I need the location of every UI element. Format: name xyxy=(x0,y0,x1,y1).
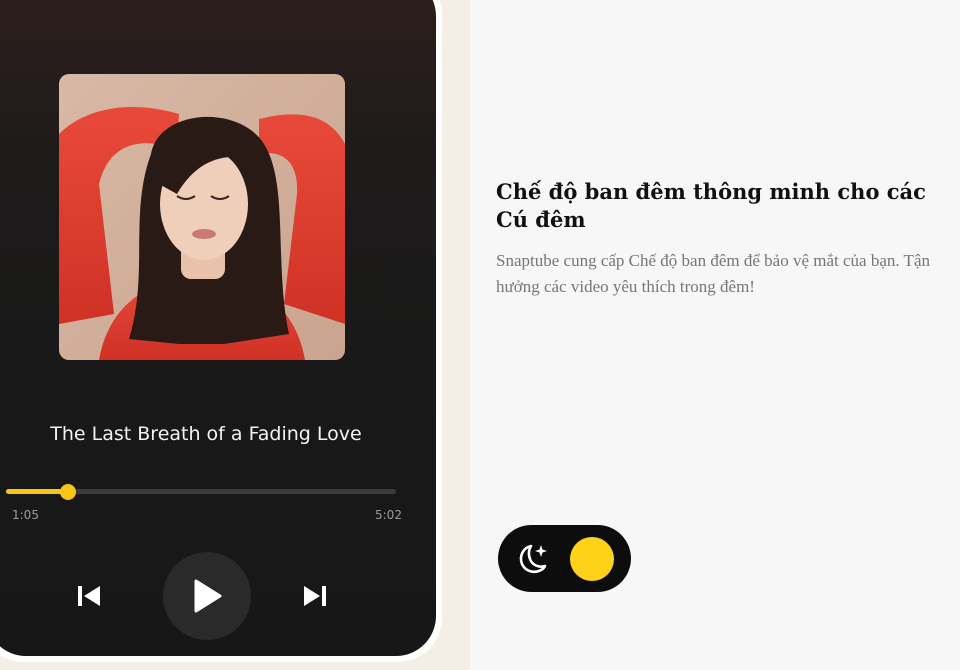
next-button[interactable] xyxy=(300,581,330,611)
progress-bar[interactable] xyxy=(6,484,396,500)
feature-description: Snaptube cung cấp Chế độ ban đêm để bảo … xyxy=(496,251,930,296)
phone-mockup: The Last Breath of a Fading Love 1:05 5:… xyxy=(0,0,442,662)
moon-star-icon xyxy=(519,544,547,574)
previous-button[interactable] xyxy=(74,581,104,611)
progress-knob[interactable] xyxy=(60,484,77,500)
play-icon xyxy=(194,579,222,613)
skip-next-icon xyxy=(304,586,326,606)
progress-fill xyxy=(6,489,69,494)
song-title: The Last Breath of a Fading Love xyxy=(50,423,362,445)
skip-previous-icon xyxy=(78,586,100,606)
album-art-photo xyxy=(59,74,345,360)
music-player-screen: The Last Breath of a Fading Love 1:05 5:… xyxy=(0,0,436,656)
play-button[interactable] xyxy=(163,552,251,640)
total-time: 5:02 xyxy=(375,508,402,522)
current-time: 1:05 xyxy=(12,508,39,522)
toggle-knob[interactable] xyxy=(570,537,614,581)
feature-title: Chế độ ban đêm thông minh cho các Cú đêm xyxy=(496,179,926,232)
album-art xyxy=(59,74,345,360)
night-mode-toggle[interactable] xyxy=(498,525,631,592)
